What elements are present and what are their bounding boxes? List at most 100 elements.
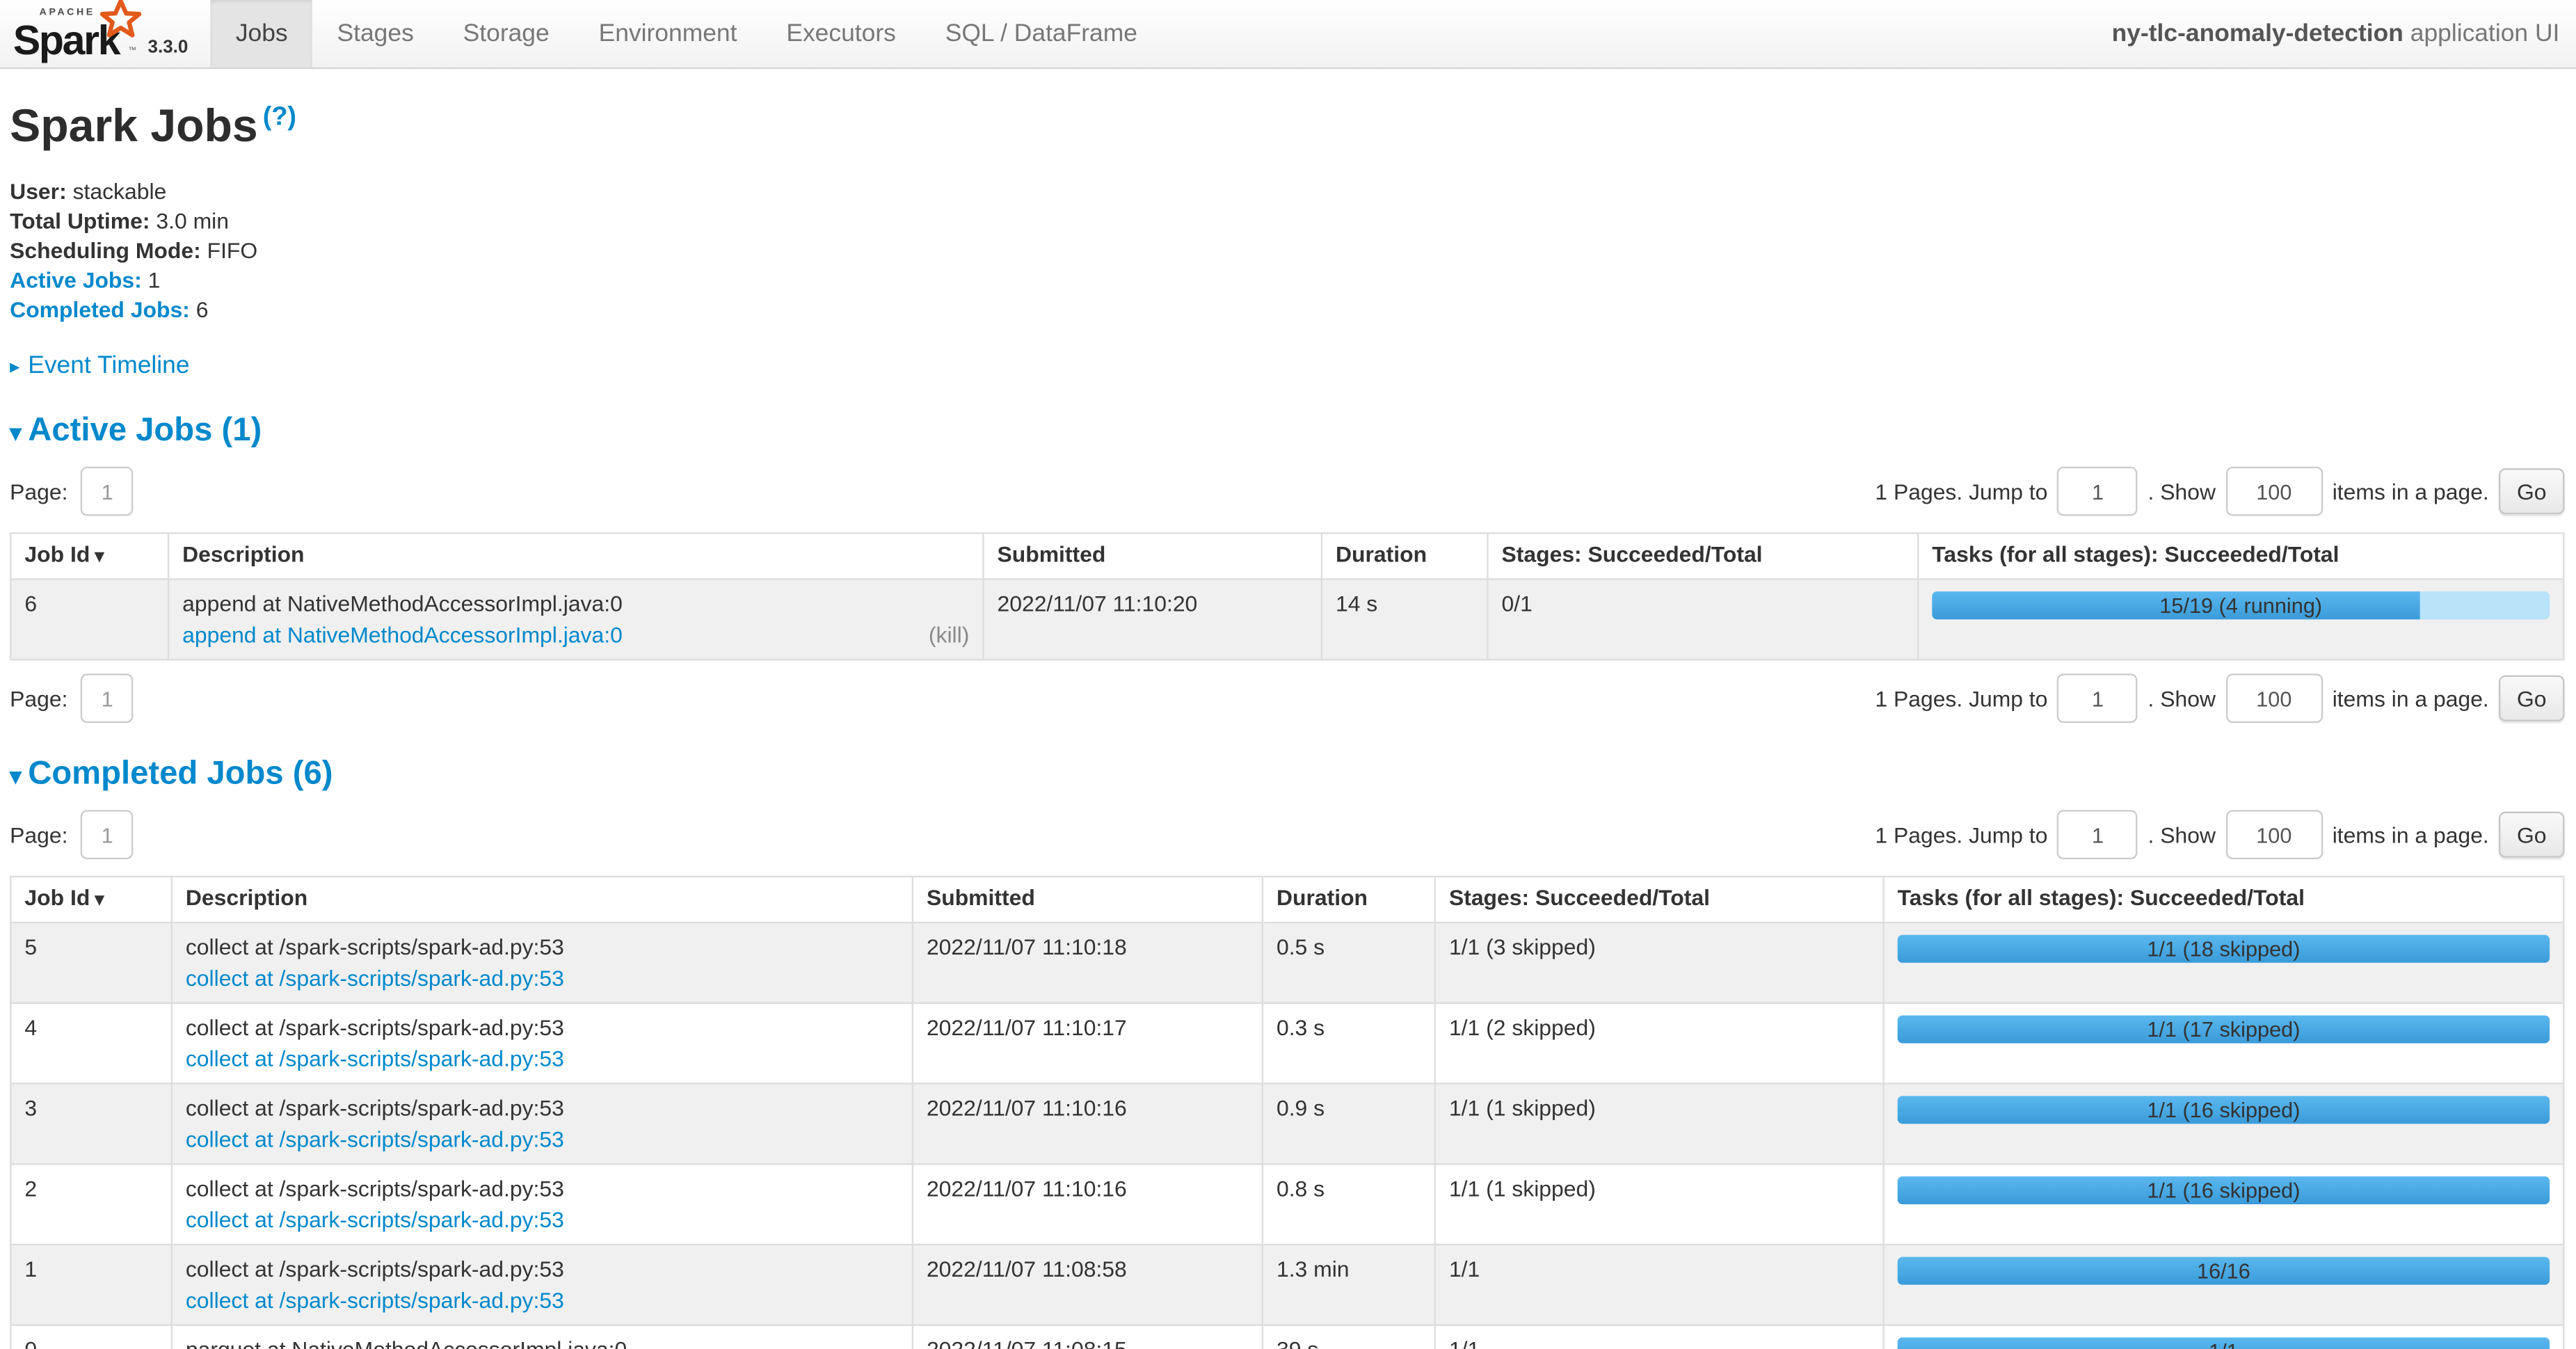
user-value: stackable bbox=[73, 179, 167, 203]
show-items-input[interactable] bbox=[2225, 467, 2322, 516]
col-stages[interactable]: Stages: Succeeded/Total bbox=[1435, 877, 1884, 923]
job-detail-link[interactable]: append at NativeMethodAccessorImpl.java:… bbox=[182, 621, 623, 649]
job-id-cell: 4 bbox=[10, 1003, 171, 1084]
col-duration[interactable]: Duration bbox=[1322, 533, 1488, 579]
job-detail-link[interactable]: collect at /spark-scripts/spark-ad.py:53 bbox=[186, 1286, 564, 1314]
duration-cell: 0.3 s bbox=[1263, 1003, 1435, 1084]
page-label: Page: bbox=[10, 479, 67, 503]
duration-cell: 0.5 s bbox=[1263, 923, 1435, 1003]
completed-job-row: 2 collect at /spark-scripts/spark-ad.py:… bbox=[10, 1164, 2563, 1245]
job-detail-link[interactable]: collect at /spark-scripts/spark-ad.py:53 bbox=[186, 1045, 564, 1073]
nav-tabs: Jobs Stages Storage Environment Executor… bbox=[211, 0, 1162, 67]
col-duration[interactable]: Duration bbox=[1263, 877, 1435, 923]
sort-desc-icon: ▾ bbox=[95, 547, 104, 566]
summary-active-jobs: Active Jobs: 1 bbox=[10, 266, 2564, 296]
job-description: collect at /spark-scripts/spark-ad.py:53 bbox=[186, 1175, 899, 1203]
pagination-completed-top: Page: 1 Pages. Jump to . Show items in a… bbox=[10, 810, 2564, 859]
page-label: Page: bbox=[10, 686, 67, 710]
items-per-page-label: items in a page. bbox=[2333, 479, 2489, 503]
go-button[interactable]: Go bbox=[2499, 468, 2565, 514]
active-jobs-link[interactable]: Active Jobs: bbox=[10, 268, 142, 292]
duration-cell: 14 s bbox=[1322, 579, 1488, 660]
job-detail-link[interactable]: collect at /spark-scripts/spark-ad.py:53 bbox=[186, 1126, 564, 1154]
submitted-cell: 2022/11/07 11:10:16 bbox=[913, 1164, 1263, 1245]
col-job-id[interactable]: Job Id▾ bbox=[10, 533, 168, 579]
page-input[interactable] bbox=[81, 467, 134, 516]
tab-stages[interactable]: Stages bbox=[312, 0, 438, 67]
completed-jobs-heading[interactable]: ▾Completed Jobs (6) bbox=[10, 756, 2564, 793]
task-progress-bar: 16/16 bbox=[1898, 1257, 2550, 1285]
tab-jobs[interactable]: Jobs bbox=[211, 0, 312, 67]
active-jobs-header-row: Job Id▾ Description Submitted Duration S… bbox=[10, 533, 2563, 579]
job-detail-link[interactable]: collect at /spark-scripts/spark-ad.py:53 bbox=[186, 964, 564, 992]
scheduling-mode-label: Scheduling Mode: bbox=[10, 238, 201, 262]
job-detail-link[interactable]: collect at /spark-scripts/spark-ad.py:53 bbox=[186, 1206, 564, 1234]
progress-label: 1/1 (18 skipped) bbox=[1898, 935, 2550, 963]
col-stages[interactable]: Stages: Succeeded/Total bbox=[1487, 533, 1918, 579]
col-submitted[interactable]: Submitted bbox=[913, 877, 1263, 923]
jump-to-input[interactable] bbox=[2058, 467, 2138, 516]
navbar: APACHE Spark ™ 3.3.0 Jobs Stages Storage… bbox=[0, 0, 2576, 69]
jump-to-input[interactable] bbox=[2058, 810, 2138, 859]
col-tasks[interactable]: Tasks (for all stages): Succeeded/Total bbox=[1918, 533, 2563, 579]
progress-label: 1/1 bbox=[1898, 1337, 2550, 1349]
jump-to-input[interactable] bbox=[2058, 673, 2138, 723]
progress-label: 1/1 (16 skipped) bbox=[1898, 1096, 2550, 1124]
stages-cell: 1/1 (1 skipped) bbox=[1435, 1164, 1884, 1245]
duration-cell: 0.8 s bbox=[1263, 1164, 1435, 1245]
help-link[interactable]: (?) bbox=[263, 103, 296, 131]
application-name: ny-tlc-anomaly-detection bbox=[2112, 19, 2403, 47]
page-title-text: Spark Jobs bbox=[10, 100, 257, 151]
uptime-value: 3.0 min bbox=[156, 209, 229, 233]
page-label: Page: bbox=[10, 822, 67, 847]
job-description: collect at /spark-scripts/spark-ad.py:53 bbox=[186, 933, 899, 961]
items-per-page-label: items in a page. bbox=[2333, 686, 2489, 710]
col-description[interactable]: Description bbox=[172, 877, 913, 923]
job-description: collect at /spark-scripts/spark-ad.py:53 bbox=[186, 1255, 899, 1283]
progress-label: 16/16 bbox=[1898, 1257, 2550, 1285]
tab-environment[interactable]: Environment bbox=[574, 0, 762, 67]
job-id-cell: 3 bbox=[10, 1083, 171, 1164]
completed-jobs-link[interactable]: Completed Jobs: bbox=[10, 297, 190, 321]
active-jobs-table: Job Id▾ Description Submitted Duration S… bbox=[10, 532, 2564, 660]
task-progress-bar: 1/1 (18 skipped) bbox=[1898, 935, 2550, 963]
show-label: . Show bbox=[2148, 822, 2216, 847]
completed-job-row: 5 collect at /spark-scripts/spark-ad.py:… bbox=[10, 923, 2563, 1003]
show-items-input[interactable] bbox=[2225, 673, 2322, 723]
chevron-right-icon: ▸ bbox=[10, 355, 19, 378]
description-cell: collect at /spark-scripts/spark-ad.py:53… bbox=[172, 1003, 913, 1084]
submitted-cell: 2022/11/07 11:08:58 bbox=[913, 1245, 1263, 1325]
col-tasks[interactable]: Tasks (for all stages): Succeeded/Total bbox=[1884, 877, 2564, 923]
job-id-cell: 5 bbox=[10, 923, 171, 1003]
user-label: User: bbox=[10, 179, 67, 203]
col-description[interactable]: Description bbox=[168, 533, 983, 579]
completed-jobs-table: Job Id▾ Description Submitted Duration S… bbox=[10, 876, 2564, 1349]
show-label: . Show bbox=[2148, 479, 2216, 503]
event-timeline-toggle[interactable]: ▸Event Timeline bbox=[10, 351, 2564, 379]
summary-user: User: stackable bbox=[10, 177, 2564, 207]
go-button[interactable]: Go bbox=[2499, 676, 2565, 721]
completed-jobs-header-row: Job Id▾ Description Submitted Duration S… bbox=[10, 877, 2563, 923]
stages-cell: 1/1 bbox=[1435, 1245, 1884, 1325]
tab-storage[interactable]: Storage bbox=[438, 0, 574, 67]
page-input[interactable] bbox=[81, 810, 134, 859]
progress-label: 1/1 (16 skipped) bbox=[1898, 1176, 2550, 1204]
sort-desc-icon: ▾ bbox=[95, 891, 104, 910]
tab-executors[interactable]: Executors bbox=[762, 0, 920, 67]
show-items-input[interactable] bbox=[2225, 810, 2322, 859]
pagination-controls: 1 Pages. Jump to . Show items in a page.… bbox=[1875, 467, 2564, 516]
page-input[interactable] bbox=[81, 673, 134, 723]
active-jobs-heading[interactable]: ▾Active Jobs (1) bbox=[10, 413, 2564, 450]
job-description: collect at /spark-scripts/spark-ad.py:53 bbox=[186, 1094, 899, 1122]
tasks-cell: 15/19 (4 running) bbox=[1918, 579, 2563, 660]
completed-jobs-heading-text: Completed Jobs (6) bbox=[28, 756, 333, 792]
spark-logo[interactable]: APACHE Spark ™ 3.3.0 bbox=[0, 0, 198, 67]
go-button[interactable]: Go bbox=[2499, 812, 2565, 858]
chevron-down-icon: ▾ bbox=[10, 419, 22, 445]
kill-job-link[interactable]: (kill) bbox=[929, 621, 969, 649]
show-label: . Show bbox=[2148, 686, 2216, 710]
tab-sql-dataframe[interactable]: SQL / DataFrame bbox=[920, 0, 1162, 67]
col-submitted[interactable]: Submitted bbox=[983, 533, 1321, 579]
tasks-cell: 1/1 bbox=[1884, 1325, 2564, 1349]
col-job-id[interactable]: Job Id▾ bbox=[10, 877, 171, 923]
